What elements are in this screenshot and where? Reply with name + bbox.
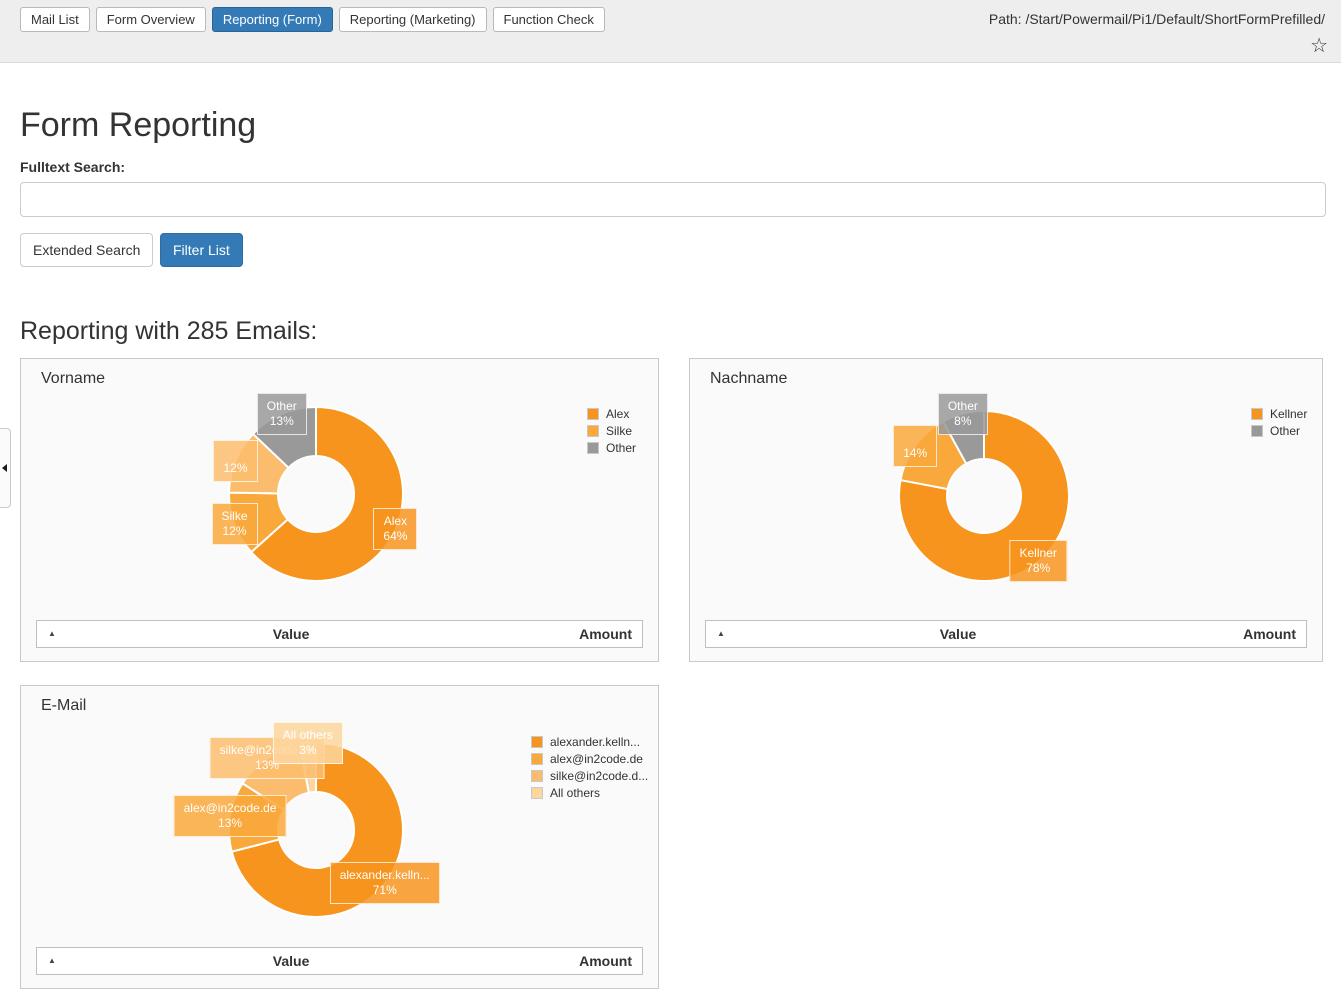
donut-chart-area: Kellner 78% 14% Other 8% Kellner Other [690,359,1322,661]
legend-swatch-icon [531,787,543,799]
column-header-amount[interactable]: Amount [579,626,632,642]
slice-label-pct: 12% [223,461,247,476]
slice-label-name: Other [948,399,978,414]
fulltext-search-label: Fulltext Search: [20,159,125,175]
slice-label-name: alexander.kelln... [340,868,430,883]
legend-swatch-icon [1251,425,1263,437]
filter-list-button[interactable]: Filter List [160,233,243,267]
chart-panel-vorname: Vorname Alex 64%Silke 12% 12%Other 13%Al… [20,358,659,662]
result-table-header: ▲ Value Amount [36,947,643,975]
slice-label: All others 3% [273,722,343,764]
legend-label: alexander.kelln... [550,735,640,749]
slice-label: 14% [893,425,937,467]
tab-form-overview[interactable]: Form Overview [96,7,206,32]
legend-swatch-icon [531,770,543,782]
column-header-value[interactable]: Value [37,953,545,969]
slice-label: Other 8% [938,393,988,435]
slice-label-name: Kellner [1019,546,1056,561]
page-title: Form Reporting [20,106,256,145]
legend-item: alex@in2code.de [531,751,648,767]
legend-label: Other [606,441,636,455]
slice-label: Other 13% [257,393,307,435]
legend-label: All others [550,786,600,800]
chart-panel-email: E-Mail alexander.kelln... 71%alex@in2cod… [20,685,659,989]
slice-label: 12% [213,440,257,482]
column-header-value[interactable]: Value [706,626,1210,642]
slice-label: Alex 64% [373,508,417,550]
extended-search-button[interactable]: Extended Search [20,233,153,267]
tab-mail-list[interactable]: Mail List [20,7,90,32]
slice-label: Silke 12% [211,503,257,545]
legend-item: Other [1251,423,1307,439]
slice-label-name: Alex [383,514,407,529]
slice-label-name: Silke [221,509,247,524]
tab-function-check[interactable]: Function Check [493,7,605,32]
legend-item: alexander.kelln... [531,734,648,750]
collapse-left-arrow-icon [2,464,7,472]
legend-swatch-icon [531,753,543,765]
legend-label: Silke [606,424,632,438]
slice-label-name [903,431,927,446]
legend-item: Other [587,440,636,456]
legend-item: All others [531,785,648,801]
tab-reporting-marketing-[interactable]: Reporting (Marketing) [339,7,487,32]
slice-label-pct: 78% [1019,561,1056,576]
legend-swatch-icon [531,736,543,748]
topbar-tabs: Mail ListForm OverviewReporting (Form)Re… [20,7,605,32]
legend-label: silke@in2code.d... [550,769,648,783]
slice-label-pct: 3% [283,743,333,758]
slice-label-pct: 13% [267,414,297,429]
slice-label-pct: 14% [903,446,927,461]
legend-label: Kellner [1270,407,1307,421]
legend-swatch-icon [1251,408,1263,420]
donut-chart [21,359,660,663]
legend-item: Alex [587,406,636,422]
legend-swatch-icon [587,408,599,420]
chart-legend: Alex Silke Other [587,406,636,457]
sidebar-collapse-handle[interactable] [0,428,11,508]
slice-label-pct: 12% [221,524,247,539]
legend-item: Kellner [1251,406,1307,422]
donut-chart-area: Alex 64% Silke 12% 12% Other 13% Alex Silke O… [21,359,658,661]
donut-chart [690,359,1324,663]
breadcrumb-path: Path: /Start/Powermail/Pi1/Default/Short… [989,11,1325,27]
legend-item: Silke [587,423,636,439]
result-table-header: ▲ Value Amount [36,620,643,648]
legend-label: Other [1270,424,1300,438]
legend-item: silke@in2code.d... [531,768,648,784]
bookmark-star-icon[interactable]: ☆ [1310,33,1328,58]
section-heading: Reporting with 285 Emails: [20,317,317,346]
donut-chart-area: alexander.kelln... 71% alex@in2code.de 13… [21,686,658,988]
chart-panel-nachname: Nachname Kellner 78% 14%Other 8%KellnerO… [689,358,1323,662]
fulltext-search-input[interactable] [20,182,1326,217]
legend-label: alex@in2code.de [550,752,643,766]
result-table-header: ▲ Value Amount [705,620,1307,648]
column-header-amount[interactable]: Amount [579,953,632,969]
slice-label-pct: 13% [184,816,277,831]
legend-swatch-icon [587,425,599,437]
slice-label-pct: 71% [340,883,430,898]
slice-label: Kellner 78% [1009,540,1066,582]
chart-legend: alexander.kelln... alex@in2code.de silke@i… [531,734,648,802]
slice-label-pct: 8% [948,414,978,429]
chart-legend: Kellner Other [1251,406,1307,440]
tab-reporting-form-[interactable]: Reporting (Form) [212,7,333,32]
slice-label: alexander.kelln... 71% [330,862,440,904]
slice-label-pct: 64% [383,529,407,544]
slice-label-name: alex@in2code.de [184,801,277,816]
legend-swatch-icon [587,442,599,454]
slice-label-name [223,446,247,461]
slice-label-name: All others [283,728,333,743]
column-header-value[interactable]: Value [37,626,545,642]
legend-label: Alex [606,407,629,421]
slice-label: alex@in2code.de 13% [174,795,287,837]
column-header-amount[interactable]: Amount [1243,626,1296,642]
topbar: Mail ListForm OverviewReporting (Form)Re… [0,0,1341,63]
slice-label-name: Other [267,399,297,414]
